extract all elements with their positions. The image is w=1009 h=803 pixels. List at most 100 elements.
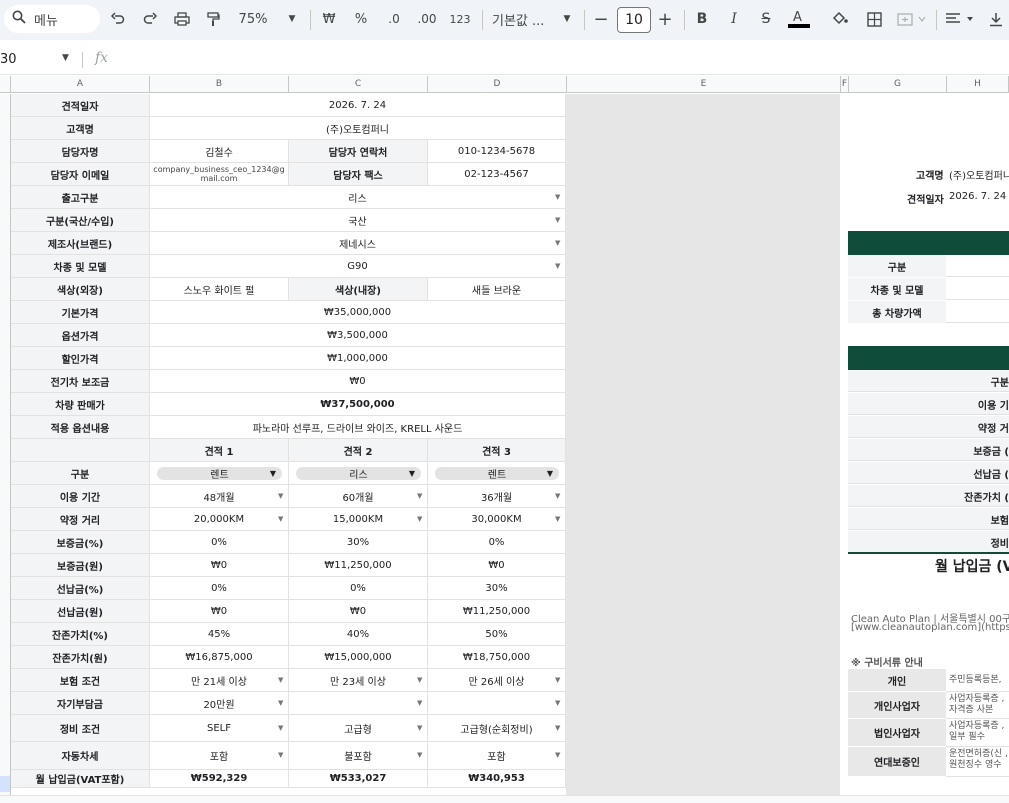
column-header-b[interactable]: B [150,76,289,93]
column-header-h[interactable]: H [947,76,1009,93]
quote-value-cell[interactable]: 고급형(순회정비) [428,715,566,742]
quote-value-cell[interactable]: 60개월 [289,485,428,508]
quote-value-cell[interactable]: 포함 [428,742,566,770]
ev-subsidy-value[interactable]: ₩0 [150,370,566,393]
quote-value-cell[interactable]: ₩0 [289,600,428,623]
decrease-decimal-button[interactable]: .0 [382,6,406,32]
column-header-a[interactable]: A [11,76,150,93]
currency-format-button[interactable]: ₩ [320,6,338,32]
quote-value-cell[interactable]: 고급형 [289,715,428,742]
options-value[interactable]: 파노라마 선루프, 드라이브 와이즈, KRELL 사운드 [150,416,566,439]
chevron-down-icon[interactable]: ▼ [417,676,422,684]
vertical-align-icon[interactable] [986,6,1006,32]
row-header-strip[interactable] [0,94,11,802]
zoom-value[interactable]: 75% [236,6,270,32]
quote-value-cell[interactable]: ₩533,027 [289,770,428,788]
column-header-c[interactable]: C [289,76,428,93]
row-header-selected[interactable] [0,776,10,792]
int-color-value[interactable]: 새들 브라운 [428,278,566,301]
chevron-down-icon[interactable]: ▼ [555,193,560,201]
quote-value-cell[interactable]: ₩15,000,000 [289,646,428,669]
font-size-increase-button[interactable]: + [656,6,674,32]
contact-value[interactable]: 010-1234-5678 [428,140,566,163]
redo-icon[interactable] [140,6,160,32]
formula-input[interactable] [120,49,1000,69]
email-value[interactable]: company_business_ceo_1234@gmail.com [150,163,289,186]
font-family-select[interactable]: 기본값 ... [492,6,556,32]
quote-value-cell[interactable]: ₩18,750,000 [428,646,566,669]
chevron-down-icon[interactable]: ▼ [555,699,560,707]
bold-button[interactable]: B [694,6,710,32]
quote-value-cell[interactable]: 만 21세 이상 [150,669,289,692]
quote-type-chip[interactable]: 리스 ▼ [296,467,421,481]
sale-price-value[interactable]: ₩37,500,000 [150,393,566,416]
quote-value-cell[interactable]: SELF [150,715,289,742]
quote-value-cell[interactable]: ₩0 [150,600,289,623]
manager-value[interactable]: 김철수 [150,140,289,163]
column-header-g[interactable]: G [849,76,947,93]
menu-search[interactable]: 메뉴 [4,5,100,33]
column-header-d[interactable]: D [428,76,567,93]
chevron-down-icon[interactable]: ▼ [278,699,283,707]
quote-value-cell[interactable]: 불포함 [289,742,428,770]
quote-value-cell[interactable]: ₩340,953 [428,770,566,788]
chevron-down-icon[interactable]: ▼ [555,492,560,500]
quote-value-cell[interactable]: ₩0 [428,554,566,577]
number-format-button[interactable]: 123 [448,6,472,32]
chevron-down-icon[interactable]: ▼ [555,239,560,247]
chevron-down-icon[interactable]: ▼ [417,492,422,500]
quote-value-cell[interactable]: ₩0 [150,554,289,577]
quote-value-cell[interactable] [289,692,428,715]
quote-value-cell[interactable]: ₩592,329 [150,770,289,788]
release-dropdown[interactable]: 리스 [150,186,566,209]
quote-value-cell[interactable]: 36개월 [428,485,566,508]
print-icon[interactable] [171,6,193,32]
chevron-down-icon[interactable]: ▼ [278,492,283,500]
column-header-f[interactable]: F [841,76,849,93]
font-size-input[interactable]: 10 [617,7,651,33]
name-box[interactable]: 30 [0,52,17,67]
quote-value-cell[interactable]: 40% [289,623,428,646]
chevron-down-icon[interactable]: ▼ [278,724,283,732]
select-all-corner[interactable] [0,76,11,93]
quote-value-cell[interactable]: 48개월 [150,485,289,508]
quote-value-cell[interactable]: ₩11,250,000 [289,554,428,577]
quote-value-cell[interactable]: ₩11,250,000 [428,600,566,623]
fill-color-icon[interactable] [829,6,851,32]
chevron-down-icon[interactable]: ▼ [555,724,560,732]
quote-value-cell[interactable]: 0% [289,577,428,600]
quote-value-cell[interactable]: 0% [150,531,289,554]
horizontal-align-icon[interactable] [944,6,978,32]
paint-format-icon[interactable] [203,6,223,32]
quote-value-cell[interactable]: 0% [150,577,289,600]
quote-value-cell[interactable]: 만 23세 이상 [289,669,428,692]
chevron-down-icon[interactable]: ▼ [555,262,560,270]
discount-value[interactable]: ₩1,000,000 [150,347,566,370]
brand-dropdown[interactable]: 제네시스 [150,232,566,255]
chevron-down-icon[interactable]: ▼ [278,676,283,684]
increase-decimal-button[interactable]: .00 [414,6,440,32]
date-value[interactable]: 2026. 7. 24 [150,94,566,117]
chevron-down-icon[interactable]: ▼ [278,751,283,759]
name-box-dropdown-icon[interactable]: ▼ [62,53,69,63]
chevron-down-icon[interactable]: ▼ [417,699,422,707]
quote-type-chip[interactable]: 렌트 ▼ [157,467,282,481]
ext-color-value[interactable]: 스노우 화이트 펄 [150,278,289,301]
quote-value-cell[interactable]: 포함 [150,742,289,770]
quote-value-cell[interactable]: 0% [428,531,566,554]
chevron-down-icon[interactable]: ▼ [555,515,560,523]
option-price-value[interactable]: ₩3,500,000 [150,324,566,347]
quote-value-cell[interactable]: 45% [150,623,289,646]
customer-value[interactable]: (주)오토컴퍼니 [150,117,566,140]
undo-icon[interactable] [108,6,128,32]
quote-value-cell[interactable]: ₩16,875,000 [150,646,289,669]
chevron-down-icon[interactable]: ▼ [555,216,560,224]
quote-value-cell[interactable]: 30% [289,531,428,554]
quote-value-cell[interactable]: 30,000KM [428,508,566,531]
base-price-value[interactable]: ₩35,000,000 [150,301,566,324]
model-dropdown[interactable]: G90 [150,255,566,278]
column-header-e[interactable]: E [567,76,841,93]
fax-value[interactable]: 02-123-4567 [428,163,566,186]
quote-value-cell[interactable]: 20만원 [150,692,289,715]
borders-icon[interactable] [864,6,884,32]
